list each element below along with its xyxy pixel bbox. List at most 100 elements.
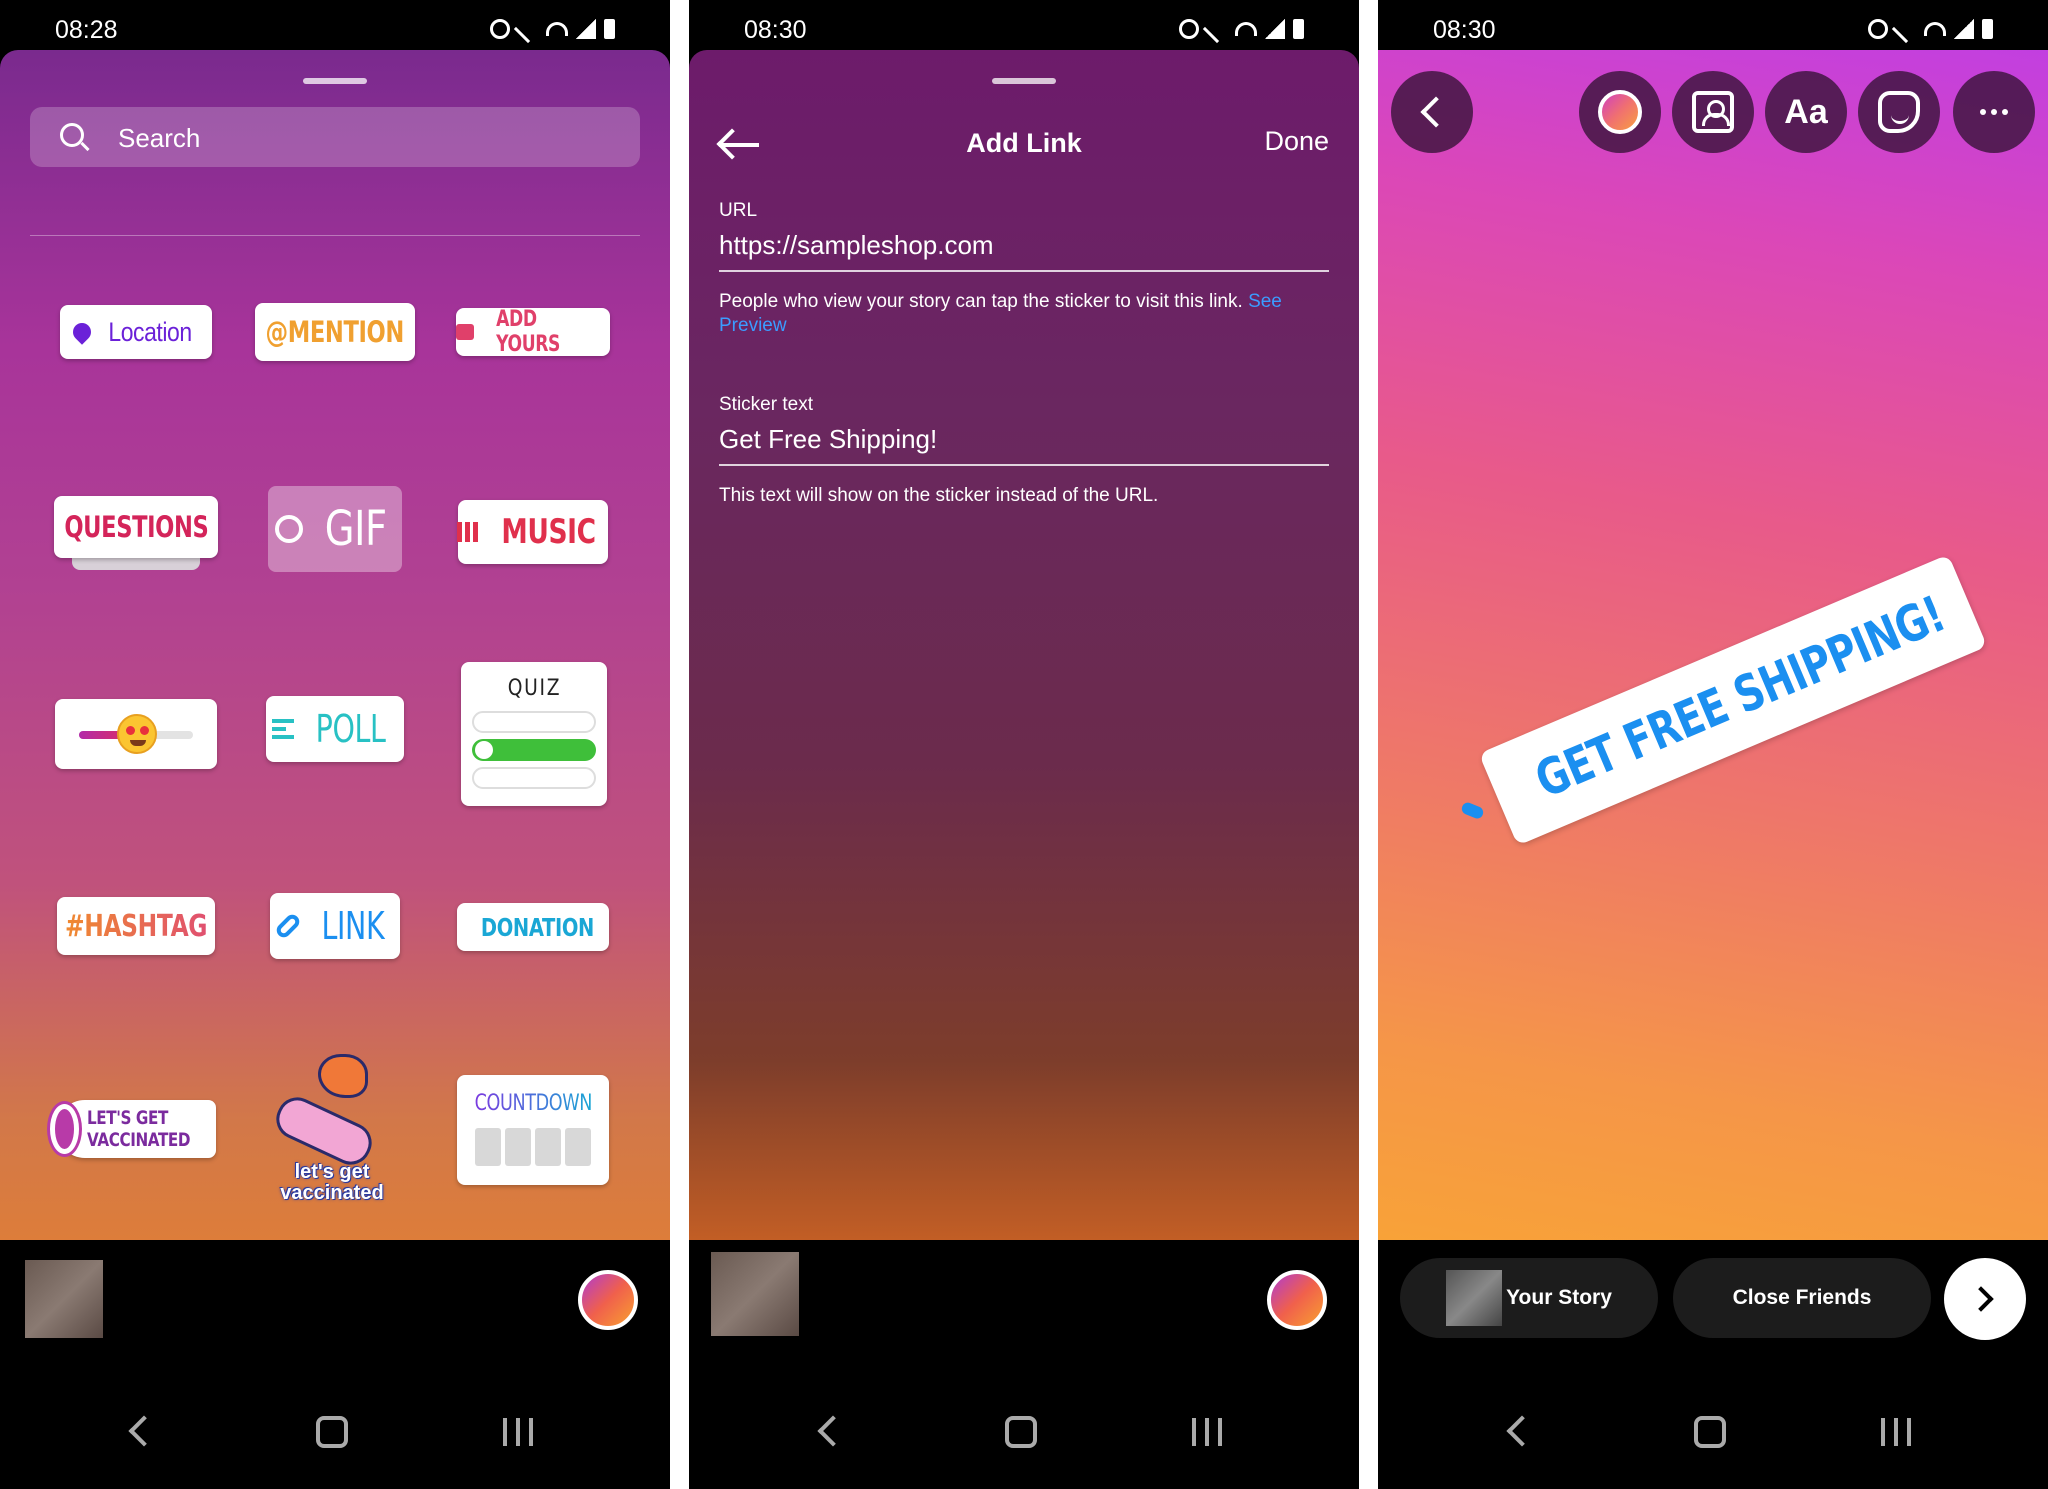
url-help: People who view your story can tap the s… xyxy=(719,291,1243,312)
mention-sticker-label: @MENTION xyxy=(265,315,405,349)
close-friends-button[interactable]: Close Friends xyxy=(1673,1258,1931,1338)
recents-nav-icon[interactable] xyxy=(1881,1418,1911,1446)
lets-get-vaccinated-sticker[interactable]: LET'S GET VACCINATED xyxy=(50,1100,216,1158)
donation-sticker-label: DONATION xyxy=(480,912,594,942)
back-nav-icon[interactable] xyxy=(1506,1415,1538,1447)
done-button[interactable]: Done xyxy=(1264,126,1329,157)
hashtag-sticker-label: #HASHTAG xyxy=(64,908,208,944)
check-icon xyxy=(475,741,493,759)
quiz-sticker-label: QUIZ xyxy=(507,676,561,701)
sheet-drag-handle[interactable] xyxy=(303,78,367,84)
text-tool-button[interactable]: Aa xyxy=(1765,71,1847,153)
battery-icon xyxy=(1982,19,1993,39)
vaccinated-art-sticker[interactable]: let's get vaccinated xyxy=(262,1050,402,1210)
countdown-sticker[interactable]: COUNTDOWN xyxy=(457,1075,609,1185)
poll-lines-icon xyxy=(272,719,295,739)
questions-sticker[interactable]: QUESTIONS xyxy=(54,496,218,576)
android-nav-bar xyxy=(1378,1380,2048,1489)
home-nav-icon[interactable] xyxy=(1005,1416,1037,1448)
quiz-option-3 xyxy=(472,767,596,789)
capture-button[interactable] xyxy=(578,1270,638,1330)
donation-sticker[interactable]: DONATION xyxy=(457,903,609,951)
divider xyxy=(30,235,640,236)
color-wheel-icon xyxy=(1598,90,1642,134)
bandage-icon xyxy=(269,1090,379,1172)
mute-icon xyxy=(513,14,543,44)
next-button[interactable] xyxy=(1944,1258,2026,1340)
add-yours-sticker[interactable]: ADD YOURS xyxy=(456,307,610,357)
signal-icon xyxy=(1265,19,1285,39)
sticker-search-input[interactable]: Search xyxy=(30,107,640,167)
search-icon xyxy=(60,123,84,147)
sticker-text-input[interactable]: Get Free Shipping! xyxy=(719,424,937,455)
status-time: 08:28 xyxy=(55,16,118,44)
home-nav-icon[interactable] xyxy=(316,1416,348,1448)
vaccinated-line2: VACCINATED xyxy=(87,1129,191,1151)
emoji-slider-sticker[interactable] xyxy=(55,699,217,769)
quiz-option-1 xyxy=(472,711,596,733)
more-options-button[interactable] xyxy=(1953,71,2035,153)
alarm-icon xyxy=(1179,19,1199,39)
status-bar: 08:30 xyxy=(1378,0,2048,50)
sticker-button[interactable] xyxy=(1858,71,1940,153)
alarm-icon xyxy=(1868,19,1888,39)
sticker-icon xyxy=(1878,91,1920,133)
music-sticker[interactable]: MUSIC xyxy=(456,500,608,564)
location-sticker[interactable]: Location xyxy=(60,305,212,359)
portrait-button[interactable] xyxy=(1672,71,1754,153)
music-bars-icon xyxy=(456,522,478,542)
gallery-thumbnail[interactable] xyxy=(711,1252,799,1336)
your-story-button[interactable]: Your Story xyxy=(1400,1258,1658,1338)
url-input[interactable]: https://sampleshop.com xyxy=(719,230,994,261)
heart-eyes-emoji-icon xyxy=(117,714,157,754)
gif-sticker[interactable]: GIF xyxy=(268,486,402,572)
quiz-sticker[interactable]: QUIZ xyxy=(461,662,607,806)
phone-add-link: 08:30 Add Link Done URL https://samplesh… xyxy=(689,0,1359,1489)
sheet-drag-handle[interactable] xyxy=(992,78,1056,84)
vaccinated-art-text: let's get vaccinated xyxy=(262,1162,402,1204)
hashtag-sticker[interactable]: #HASHTAG xyxy=(57,897,215,955)
sticker-text-underline xyxy=(719,464,1329,466)
page-title: Add Link xyxy=(966,128,1082,158)
recents-nav-icon[interactable] xyxy=(503,1418,533,1446)
wifi-icon xyxy=(1235,22,1257,36)
countdown-sticker-label: COUNTDOWN xyxy=(474,1091,592,1116)
status-time: 08:30 xyxy=(1433,16,1496,44)
phone-sticker-tray: 08:28 Search Location @MENTION ADD YOURS xyxy=(0,0,670,1489)
android-nav-bar xyxy=(0,1380,670,1489)
mention-sticker[interactable]: @MENTION xyxy=(255,303,415,361)
url-help-text: People who view your story can tap the s… xyxy=(719,290,1329,338)
status-icons xyxy=(490,14,615,44)
flower-icon xyxy=(318,1054,368,1098)
gallery-thumbnail[interactable] xyxy=(25,1260,103,1338)
recents-nav-icon[interactable] xyxy=(1192,1418,1222,1446)
questions-card: QUESTIONS xyxy=(54,496,218,558)
poll-sticker[interactable]: POLL xyxy=(266,696,404,762)
location-pin-icon xyxy=(69,319,95,345)
signal-icon xyxy=(1954,19,1974,39)
color-picker-button[interactable] xyxy=(1579,71,1661,153)
camera-icon xyxy=(456,324,475,340)
sticker-text-help: This text will show on the sticker inste… xyxy=(719,485,1159,506)
url-label: URL xyxy=(719,200,758,221)
avatar xyxy=(1446,1270,1503,1326)
share-bar: Your Story Close Friends xyxy=(1378,1240,2048,1380)
status-time: 08:30 xyxy=(744,16,807,44)
sticker-text-label: Sticker text xyxy=(719,394,813,415)
capture-button[interactable] xyxy=(1267,1270,1327,1330)
back-nav-icon[interactable] xyxy=(128,1415,160,1447)
alarm-icon xyxy=(490,19,510,39)
camera-bottom-bar xyxy=(689,1240,1359,1380)
vaccinated-art-line2: vaccinated xyxy=(280,1182,384,1204)
home-nav-icon[interactable] xyxy=(1694,1416,1726,1448)
vaccine-heart-icon xyxy=(50,1104,80,1154)
text-tool-label: Aa xyxy=(1784,92,1828,131)
signal-icon xyxy=(576,19,596,39)
back-nav-icon[interactable] xyxy=(817,1415,849,1447)
link-sticker-label: LINK xyxy=(321,904,385,948)
link-sticker[interactable]: LINK xyxy=(270,893,400,959)
gif-sticker-label: GIF xyxy=(325,501,387,557)
wifi-icon xyxy=(546,22,568,36)
mute-icon xyxy=(1891,14,1921,44)
back-button[interactable] xyxy=(1391,71,1473,153)
